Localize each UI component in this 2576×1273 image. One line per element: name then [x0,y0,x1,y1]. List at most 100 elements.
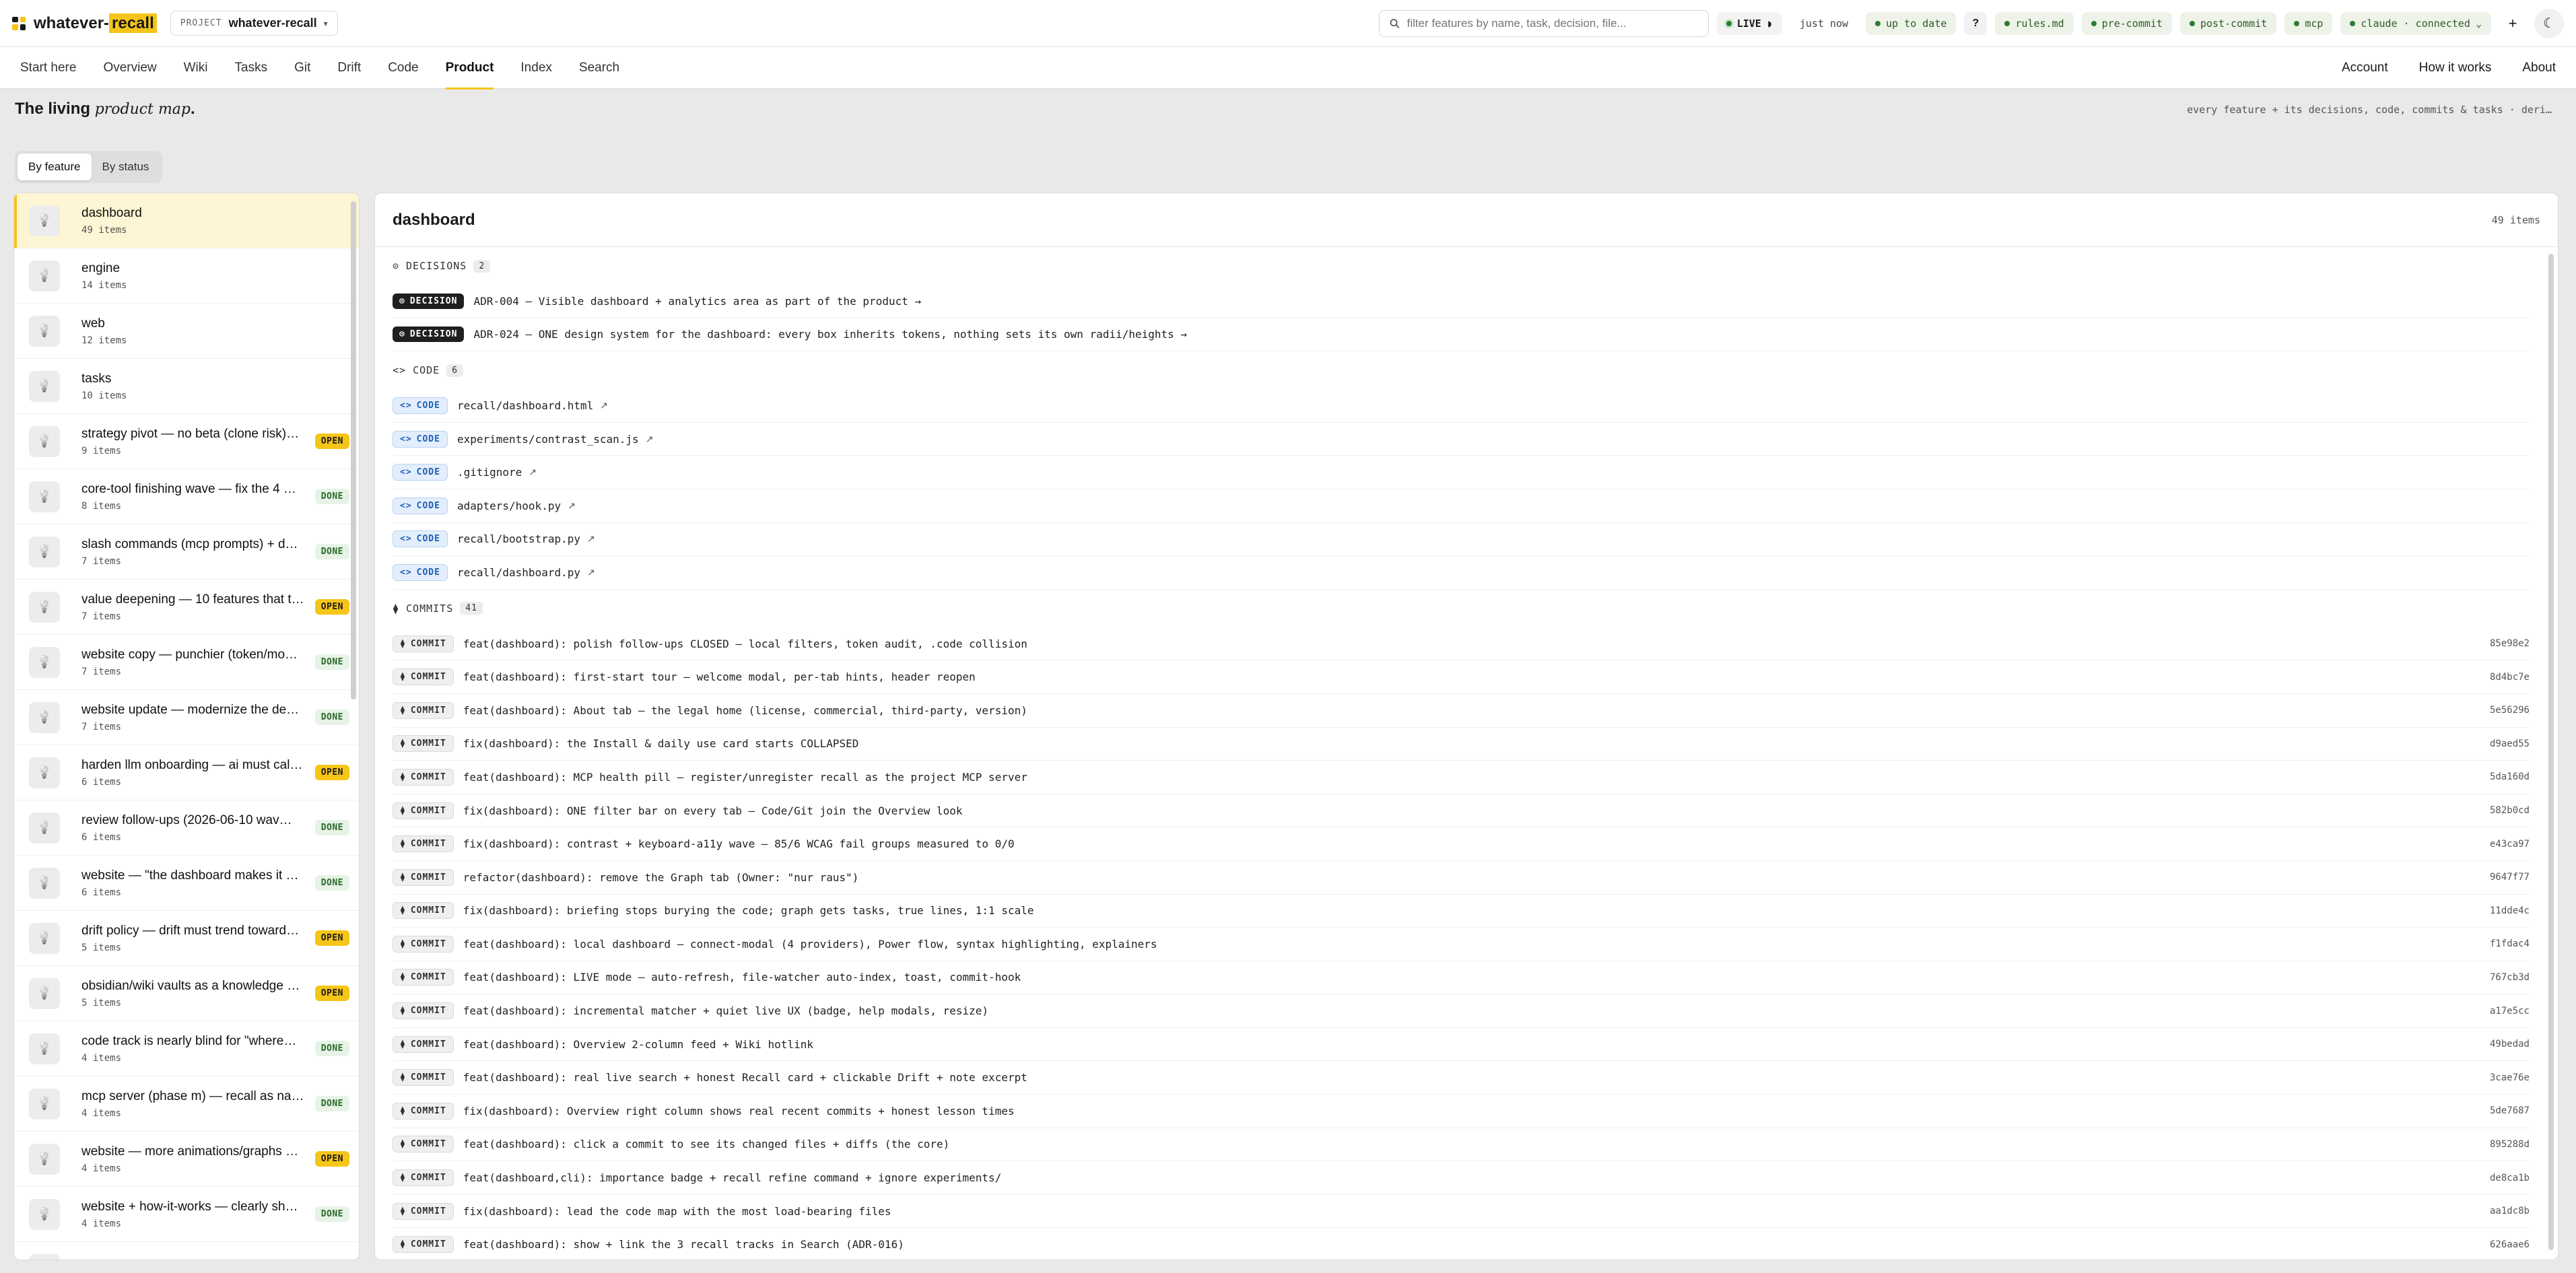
commit-row[interactable]: ⧫ COMMIT feat(dashboard): polish follow-up… [393,627,2530,661]
by-feature-toggle[interactable]: By feature [18,153,92,180]
code-file-path[interactable]: .gitignore [457,466,522,479]
commit-hash[interactable]: 5da160d [2476,771,2530,782]
feature-item[interactable]: 💡 strategy pivot — no beta (clone risk)… 9… [14,414,359,469]
commit-message[interactable]: feat(dashboard): About tab — the legal h… [463,704,1027,717]
nav-account[interactable]: Account [2342,61,2388,75]
decision-title[interactable]: ADR-024 — ONE design system for the dash… [473,328,1187,341]
feature-item[interactable]: 💡 obsidian/wiki vaults as a knowledge … 5 … [14,966,359,1021]
feature-item[interactable]: 💡 core-tool finishing wave — fix the 4 … 8… [14,469,359,524]
commit-message[interactable]: feat(dashboard): click a commit to see i… [463,1138,949,1150]
commit-message[interactable]: feat(dashboard): Overview 2-column feed … [463,1038,813,1051]
code-file-path[interactable]: recall/dashboard.html [457,399,593,412]
feature-item[interactable]: 💡 web 12 items [14,304,359,359]
claude-connection[interactable]: claude · connected ⌄ [2340,11,2491,35]
feature-item[interactable]: 💡 review follow-ups (2026-06-10 wav… 6 ite… [14,800,359,856]
commit-message[interactable]: feat(dashboard): LIVE mode — auto-refres… [463,971,1021,984]
tab-product[interactable]: Product [445,47,494,90]
commit-message[interactable]: feat(dashboard): incremental matcher + q… [463,1004,988,1017]
commit-hash[interactable]: 5e56296 [2476,705,2530,716]
code-file-path[interactable]: adapters/hook.py [457,500,561,512]
rules-status[interactable]: rules.md [1995,11,2074,35]
feature-item[interactable]: 💡 mcp server (phase m) — recall as na… 4 i… [14,1076,359,1132]
commit-hash[interactable]: 895288d [2476,1139,2530,1150]
by-status-toggle[interactable]: By status [92,153,160,180]
commit-hash[interactable]: d9aed55 [2476,738,2530,749]
add-button[interactable]: + [2499,10,2526,37]
feature-list[interactable]: 💡 dashboard 49 items 💡 engine 14 items 💡 web 12 … [13,193,360,1260]
commit-hash[interactable]: 85e98e2 [2476,638,2530,649]
commit-row[interactable]: ⧫ COMMIT feat(dashboard): click a commit t… [393,1128,2530,1162]
sidebar-scrollbar[interactable] [351,201,356,699]
feature-item[interactable]: 💡 website — more animations/graphs … 4 ite… [14,1132,359,1187]
decision-title[interactable]: ADR-004 — Visible dashboard + analytics … [473,295,921,308]
commit-message[interactable]: feat(dashboard): show + link the 3 recal… [463,1238,904,1251]
commit-row[interactable]: ⧫ COMMIT feat(dashboard): LIVE mode — auto… [393,961,2530,995]
nav-how-it-works[interactable]: How it works [2419,61,2492,75]
commit-hash[interactable]: aa1dc8b [2476,1206,2530,1216]
commit-row[interactable]: ⧫ COMMIT fix(dashboard): briefing stops bu… [393,895,2530,928]
commit-row[interactable]: ⧫ COMMIT feat(dashboard): Overview 2-colum… [393,1028,2530,1062]
feature-item[interactable]: 💡 website + how-it-works — clearly sh… 4 i… [14,1187,359,1242]
theme-toggle-moon-icon[interactable]: ☾ [2534,8,2564,38]
commit-message[interactable]: feat(dashboard): local dashboard — conne… [463,938,1157,951]
commit-row[interactable]: ⧫ COMMIT feat(dashboard): local dashboard … [393,928,2530,961]
panel-scrollbar[interactable] [2548,254,2554,1250]
external-link-icon[interactable]: ↗ [529,467,537,478]
code-file-path[interactable]: recall/bootstrap.py [457,532,580,545]
feature-item[interactable]: 💡 code track is nearly blind for "where… 4… [14,1021,359,1076]
external-link-icon[interactable]: ↗ [646,434,654,445]
feature-item[interactable]: 💡 website — "the dashboard makes it … 6 it… [14,856,359,911]
commit-message[interactable]: fix(dashboard): contrast + keyboard-a11y… [463,837,1015,850]
post-commit-status[interactable]: post-commit [2179,11,2277,35]
external-link-icon[interactable]: ↗ [587,567,595,578]
commit-hash[interactable]: 49bedad [2476,1039,2530,1050]
external-link-icon[interactable]: ↗ [600,400,608,411]
commit-message[interactable]: feat(dashboard): first-start tour — welc… [463,670,976,683]
commit-row[interactable]: ⧫ COMMIT fix(dashboard): Overview right co… [393,1095,2530,1128]
external-link-icon[interactable]: ↗ [568,500,576,512]
commit-message[interactable]: feat(dashboard): polish follow-ups CLOSE… [463,638,1027,650]
code-row[interactable]: <> CODE recall/dashboard.html ↗ [393,389,2530,423]
commit-row[interactable]: ⧫ COMMIT feat(dashboard): first-start tour… [393,660,2530,694]
commit-hash[interactable]: 5de7687 [2476,1105,2530,1116]
commit-row[interactable]: ⧫ COMMIT fix(dashboard): ONE filter bar on… [393,794,2530,828]
feature-item[interactable]: 💡 website update — modernize the de… 7 ite… [14,690,359,745]
feature-item[interactable]: 💡 engine 14 items [14,248,359,304]
feature-item[interactable]: 💡 drift policy — drift must trend toward…… [14,911,359,966]
tab-start-here[interactable]: Start here [20,47,76,89]
commit-message[interactable]: fix(dashboard): the Install & daily use … [463,737,859,750]
commit-row[interactable]: ⧫ COMMIT feat(dashboard): real live search… [393,1061,2530,1095]
commit-hash[interactable]: 626aae6 [2476,1239,2530,1250]
project-switcher[interactable]: PROJECT whatever-recall ▾ [170,11,338,36]
tab-git[interactable]: Git [294,47,310,89]
commit-hash[interactable]: 3cae76e [2476,1072,2530,1083]
pre-commit-status[interactable]: pre-commit [2081,11,2172,35]
commit-hash[interactable]: 767cb3d [2476,972,2530,983]
decision-row[interactable]: ⊙ DECISION ADR-024 — ONE design system for… [393,318,2530,352]
tab-wiki[interactable]: Wiki [184,47,208,89]
code-file-path[interactable]: experiments/contrast_scan.js [457,433,639,446]
commit-message[interactable]: feat(dashboard,cli): importance badge + … [463,1171,1002,1184]
commit-message[interactable]: feat(dashboard): real live search + hone… [463,1071,1027,1084]
commit-hash[interactable]: 582b0cd [2476,805,2530,816]
commit-row[interactable]: ⧫ COMMIT fix(dashboard): contrast + keyboa… [393,827,2530,861]
mcp-status[interactable]: mcp [2284,11,2333,35]
feature-item[interactable]: 💡 tasks 10 items [14,359,359,414]
feature-item[interactable]: 💡 harden llm onboarding — ai must cal… 6 i… [14,745,359,800]
commit-hash[interactable]: 9647f77 [2476,872,2530,883]
feature-search[interactable] [1378,9,1709,37]
commit-hash[interactable]: de8ca1b [2476,1173,2530,1183]
commit-message[interactable]: refactor(dashboard): remove the Graph ta… [463,871,859,884]
commit-row[interactable]: ⧫ COMMIT feat(dashboard): About tab — the … [393,694,2530,728]
tab-search[interactable]: Search [579,47,619,89]
commit-row[interactable]: ⧫ COMMIT feat(dashboard,cli): importance b… [393,1161,2530,1195]
tab-index[interactable]: Index [520,47,551,89]
feature-item[interactable]: 💡 value deepening — 10 features that t… 7 … [14,580,359,635]
commit-row[interactable]: ⧫ COMMIT feat(dashboard): MCP health pill … [393,761,2530,794]
feature-item[interactable]: 💡 website copy — punchier (token/mo… 7 ite… [14,635,359,690]
commit-hash[interactable]: f1fdac4 [2476,938,2530,949]
commit-row[interactable]: ⧫ COMMIT fix(dashboard): lead the code map… [393,1195,2530,1229]
nav-about[interactable]: About [2522,61,2556,75]
external-link-icon[interactable]: ↗ [587,533,595,545]
feature-item[interactable]: 💡 dashboard 49 items [14,193,359,248]
